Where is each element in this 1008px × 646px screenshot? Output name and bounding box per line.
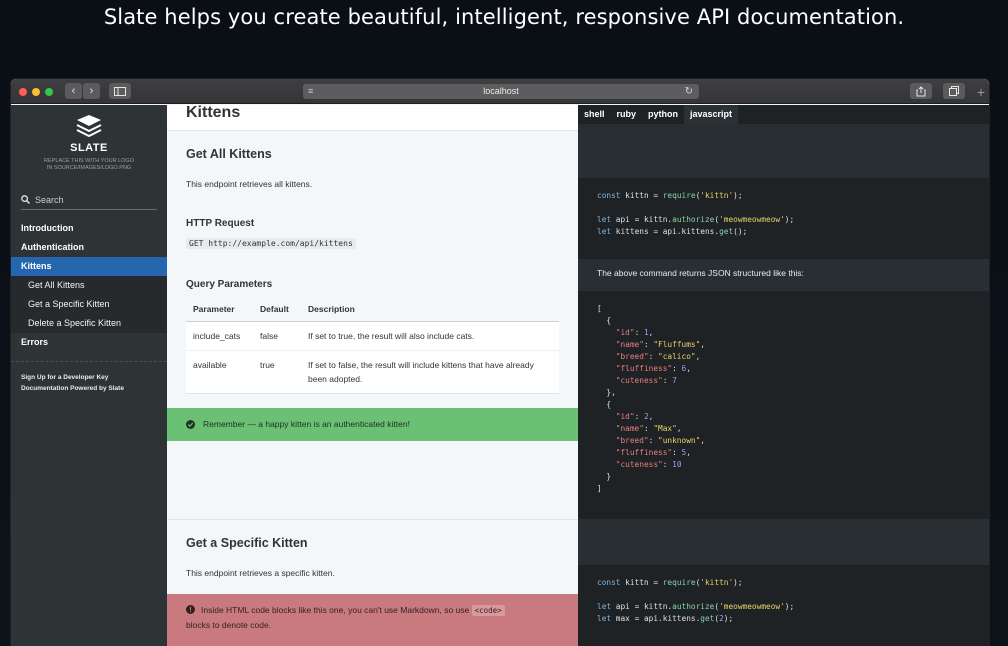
sidebar-item-errors[interactable]: Errors xyxy=(11,333,167,352)
sidebar-icon xyxy=(114,86,126,96)
tab-ruby[interactable]: ruby xyxy=(611,105,643,124)
search-icon xyxy=(21,195,30,204)
warning-code-chip: <code> xyxy=(471,605,505,616)
address-bar[interactable]: ≡ localhost ↻ xyxy=(303,84,699,99)
powered-by-slate-link[interactable]: Documentation Powered by Slate xyxy=(21,383,157,394)
table-cell: false xyxy=(253,321,301,350)
chevron-left-icon: ‹ xyxy=(71,85,76,97)
sidebar-item-introduction[interactable]: Introduction xyxy=(11,219,167,238)
query-parameters-table: Parameter Default Description include_ca… xyxy=(186,299,559,394)
tabs-icon xyxy=(949,86,959,96)
books-logo-icon xyxy=(76,115,102,138)
table-row: available true If set to false, the resu… xyxy=(186,349,559,394)
browser-window: ‹ › ≡ localhost ↻ + SLATE REPLACE THIS W… xyxy=(11,79,989,646)
column-header: Description xyxy=(301,299,559,322)
returns-json-text: The above command returns JSON structure… xyxy=(597,268,804,278)
back-button[interactable]: ‹ xyxy=(65,83,82,99)
new-tab-button[interactable]: + xyxy=(973,83,989,101)
code-block-get-specific-kitten: const kittn = require('kittn'); let api … xyxy=(578,565,989,646)
warning-text-end: blocks to denote code. xyxy=(186,620,272,630)
logo-subtitle-line: REPLACE THIS WITH YOUR LOGO xyxy=(44,158,134,164)
reader-icon[interactable]: ≡ xyxy=(308,84,313,99)
table-cell: available xyxy=(186,349,253,394)
logo-subtitle: REPLACE THIS WITH YOUR LOGO IN SOURCE/IM… xyxy=(11,158,167,172)
table-of-contents: Introduction Authentication Kittens Get … xyxy=(11,219,167,352)
tab-javascript[interactable]: javascript xyxy=(684,105,739,124)
section-divider xyxy=(167,519,578,520)
table-header-row: Parameter Default Description xyxy=(186,299,559,322)
tab-shell[interactable]: shell xyxy=(578,105,611,124)
section-title-get-specific-kitten: Get a Specific Kitten xyxy=(186,536,308,550)
page-header: Kittens xyxy=(167,105,578,131)
search-placeholder: Search xyxy=(35,195,64,205)
tab-python[interactable]: python xyxy=(642,105,684,124)
sidebar-item-kittens[interactable]: Kittens xyxy=(11,257,167,276)
column-header: Parameter xyxy=(186,299,253,322)
check-circle-icon xyxy=(186,420,195,429)
search-input[interactable]: Search xyxy=(21,192,157,210)
browser-titlebar: ‹ › ≡ localhost ↻ + xyxy=(11,79,989,104)
code-panel: shell ruby python javascript const kittn… xyxy=(578,105,989,646)
share-button[interactable] xyxy=(910,83,932,99)
sidebar-footer: Sign Up for a Developer Key Documentatio… xyxy=(11,362,167,394)
chevron-right-icon: › xyxy=(89,85,94,97)
table-cell: If set to true, the result will also inc… xyxy=(301,321,559,350)
forward-button[interactable]: › xyxy=(83,83,100,99)
column-header: Default xyxy=(253,299,301,322)
address-text: localhost xyxy=(483,86,519,96)
sidebar-toggle-button[interactable] xyxy=(109,83,131,99)
warning-notice: Inside HTML code blocks like this one, y… xyxy=(167,594,578,646)
table-cell: include_cats xyxy=(186,321,253,350)
share-icon xyxy=(916,85,926,96)
table-cell: true xyxy=(253,349,301,394)
show-tabs-button[interactable] xyxy=(943,83,965,99)
sidebar-subitem-get-specific-kitten[interactable]: Get a Specific Kitten xyxy=(11,295,167,314)
sidebar-subitem-delete-specific-kitten[interactable]: Delete a Specific Kitten xyxy=(11,314,167,333)
close-window-button[interactable] xyxy=(19,88,27,96)
section-description: This endpoint retrieves a specific kitte… xyxy=(186,568,335,578)
minimize-window-button[interactable] xyxy=(32,88,40,96)
sidebar-item-authentication[interactable]: Authentication xyxy=(11,238,167,257)
headline: Slate helps you create beautiful, intell… xyxy=(103,5,905,29)
code-block-get-all-kittens: const kittn = require('kittn'); let api … xyxy=(578,178,989,259)
zoom-window-button[interactable] xyxy=(45,88,53,96)
logo-title: SLATE xyxy=(70,142,108,154)
success-notice-text: Remember — a happy kitten is an authenti… xyxy=(203,419,410,429)
section-description: This endpoint retrieves all kittens. xyxy=(186,179,313,189)
sidebar-subitems: Get All Kittens Get a Specific Kitten De… xyxy=(11,276,167,333)
page-title: Kittens xyxy=(186,105,241,121)
exclamation-circle-icon xyxy=(186,605,195,614)
sidebar: SLATE REPLACE THIS WITH YOUR LOGO IN SOU… xyxy=(11,105,167,646)
http-request-code: GET http://example.com/api/kittens xyxy=(186,238,356,249)
warning-text-start: Inside HTML code blocks like this one, y… xyxy=(201,605,470,615)
success-notice: Remember — a happy kitten is an authenti… xyxy=(167,408,578,441)
logo: SLATE REPLACE THIS WITH YOUR LOGO IN SOU… xyxy=(11,105,167,172)
logo-subtitle-line: IN SOURCE/IMAGES/LOGO.PNG xyxy=(46,165,132,171)
sidebar-subitem-get-all-kittens[interactable]: Get All Kittens xyxy=(11,276,167,295)
table-cell: If set to false, the result will include… xyxy=(301,349,559,394)
code-block-json-response: [ { "id": 1, "name": "Fluffums", "breed"… xyxy=(578,291,989,519)
main-content: Kittens Get All Kittens This endpoint re… xyxy=(167,105,578,646)
table-row: include_cats false If set to true, the r… xyxy=(186,321,559,350)
section-title-get-all-kittens: Get All Kittens xyxy=(186,147,272,161)
reload-icon[interactable]: ↻ xyxy=(685,84,693,99)
language-selector: shell ruby python javascript xyxy=(578,105,989,124)
http-request-heading: HTTP Request xyxy=(186,218,255,229)
query-parameters-heading: Query Parameters xyxy=(186,279,273,290)
developer-key-link[interactable]: Sign Up for a Developer Key xyxy=(21,372,157,383)
